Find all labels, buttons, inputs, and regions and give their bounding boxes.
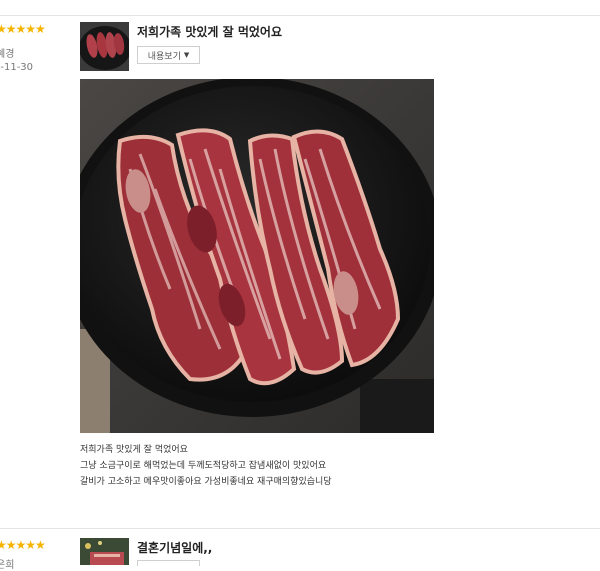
rating-stars: ★★★★★: [0, 538, 46, 552]
caret-down-icon: ▼: [183, 51, 190, 59]
review-body: 저희가족 맛있게 잘 먹었어요 그냥 소금구이로 해먹었는데 두께도적당하고 잡…: [80, 442, 332, 490]
view-content-button[interactable]: [137, 560, 200, 566]
review-thumbnail[interactable]: [80, 538, 129, 565]
review-photo[interactable]: [80, 79, 434, 433]
reviewer-name: 은희: [0, 560, 15, 571]
review-title[interactable]: 결혼기념일에,,: [137, 539, 212, 556]
rating-stars: ★★★★★: [0, 22, 46, 36]
reviewer-name: 혜경: [0, 49, 15, 60]
view-content-label: 내용보기: [147, 51, 181, 62]
top-divider: [0, 15, 600, 16]
review-body-line: 갈비가 고소하고 메우맛이좋아요 가성비좋네요 재구매의향있습니당: [80, 477, 332, 487]
review-thumbnail[interactable]: [80, 22, 129, 71]
review-title[interactable]: 저희가족 맛있게 잘 먹었어요: [137, 23, 282, 40]
review-date: 0-11-30: [0, 62, 34, 73]
view-content-button[interactable]: 내용보기 ▼: [137, 46, 200, 64]
review-divider: [0, 528, 600, 529]
review-body-line: 저희가족 맛있게 잘 먹었어요: [80, 445, 188, 455]
review-body-line: 그냥 소금구이로 해먹었는데 두께도적당하고 잡냄새없이 맛있어요: [80, 461, 327, 471]
